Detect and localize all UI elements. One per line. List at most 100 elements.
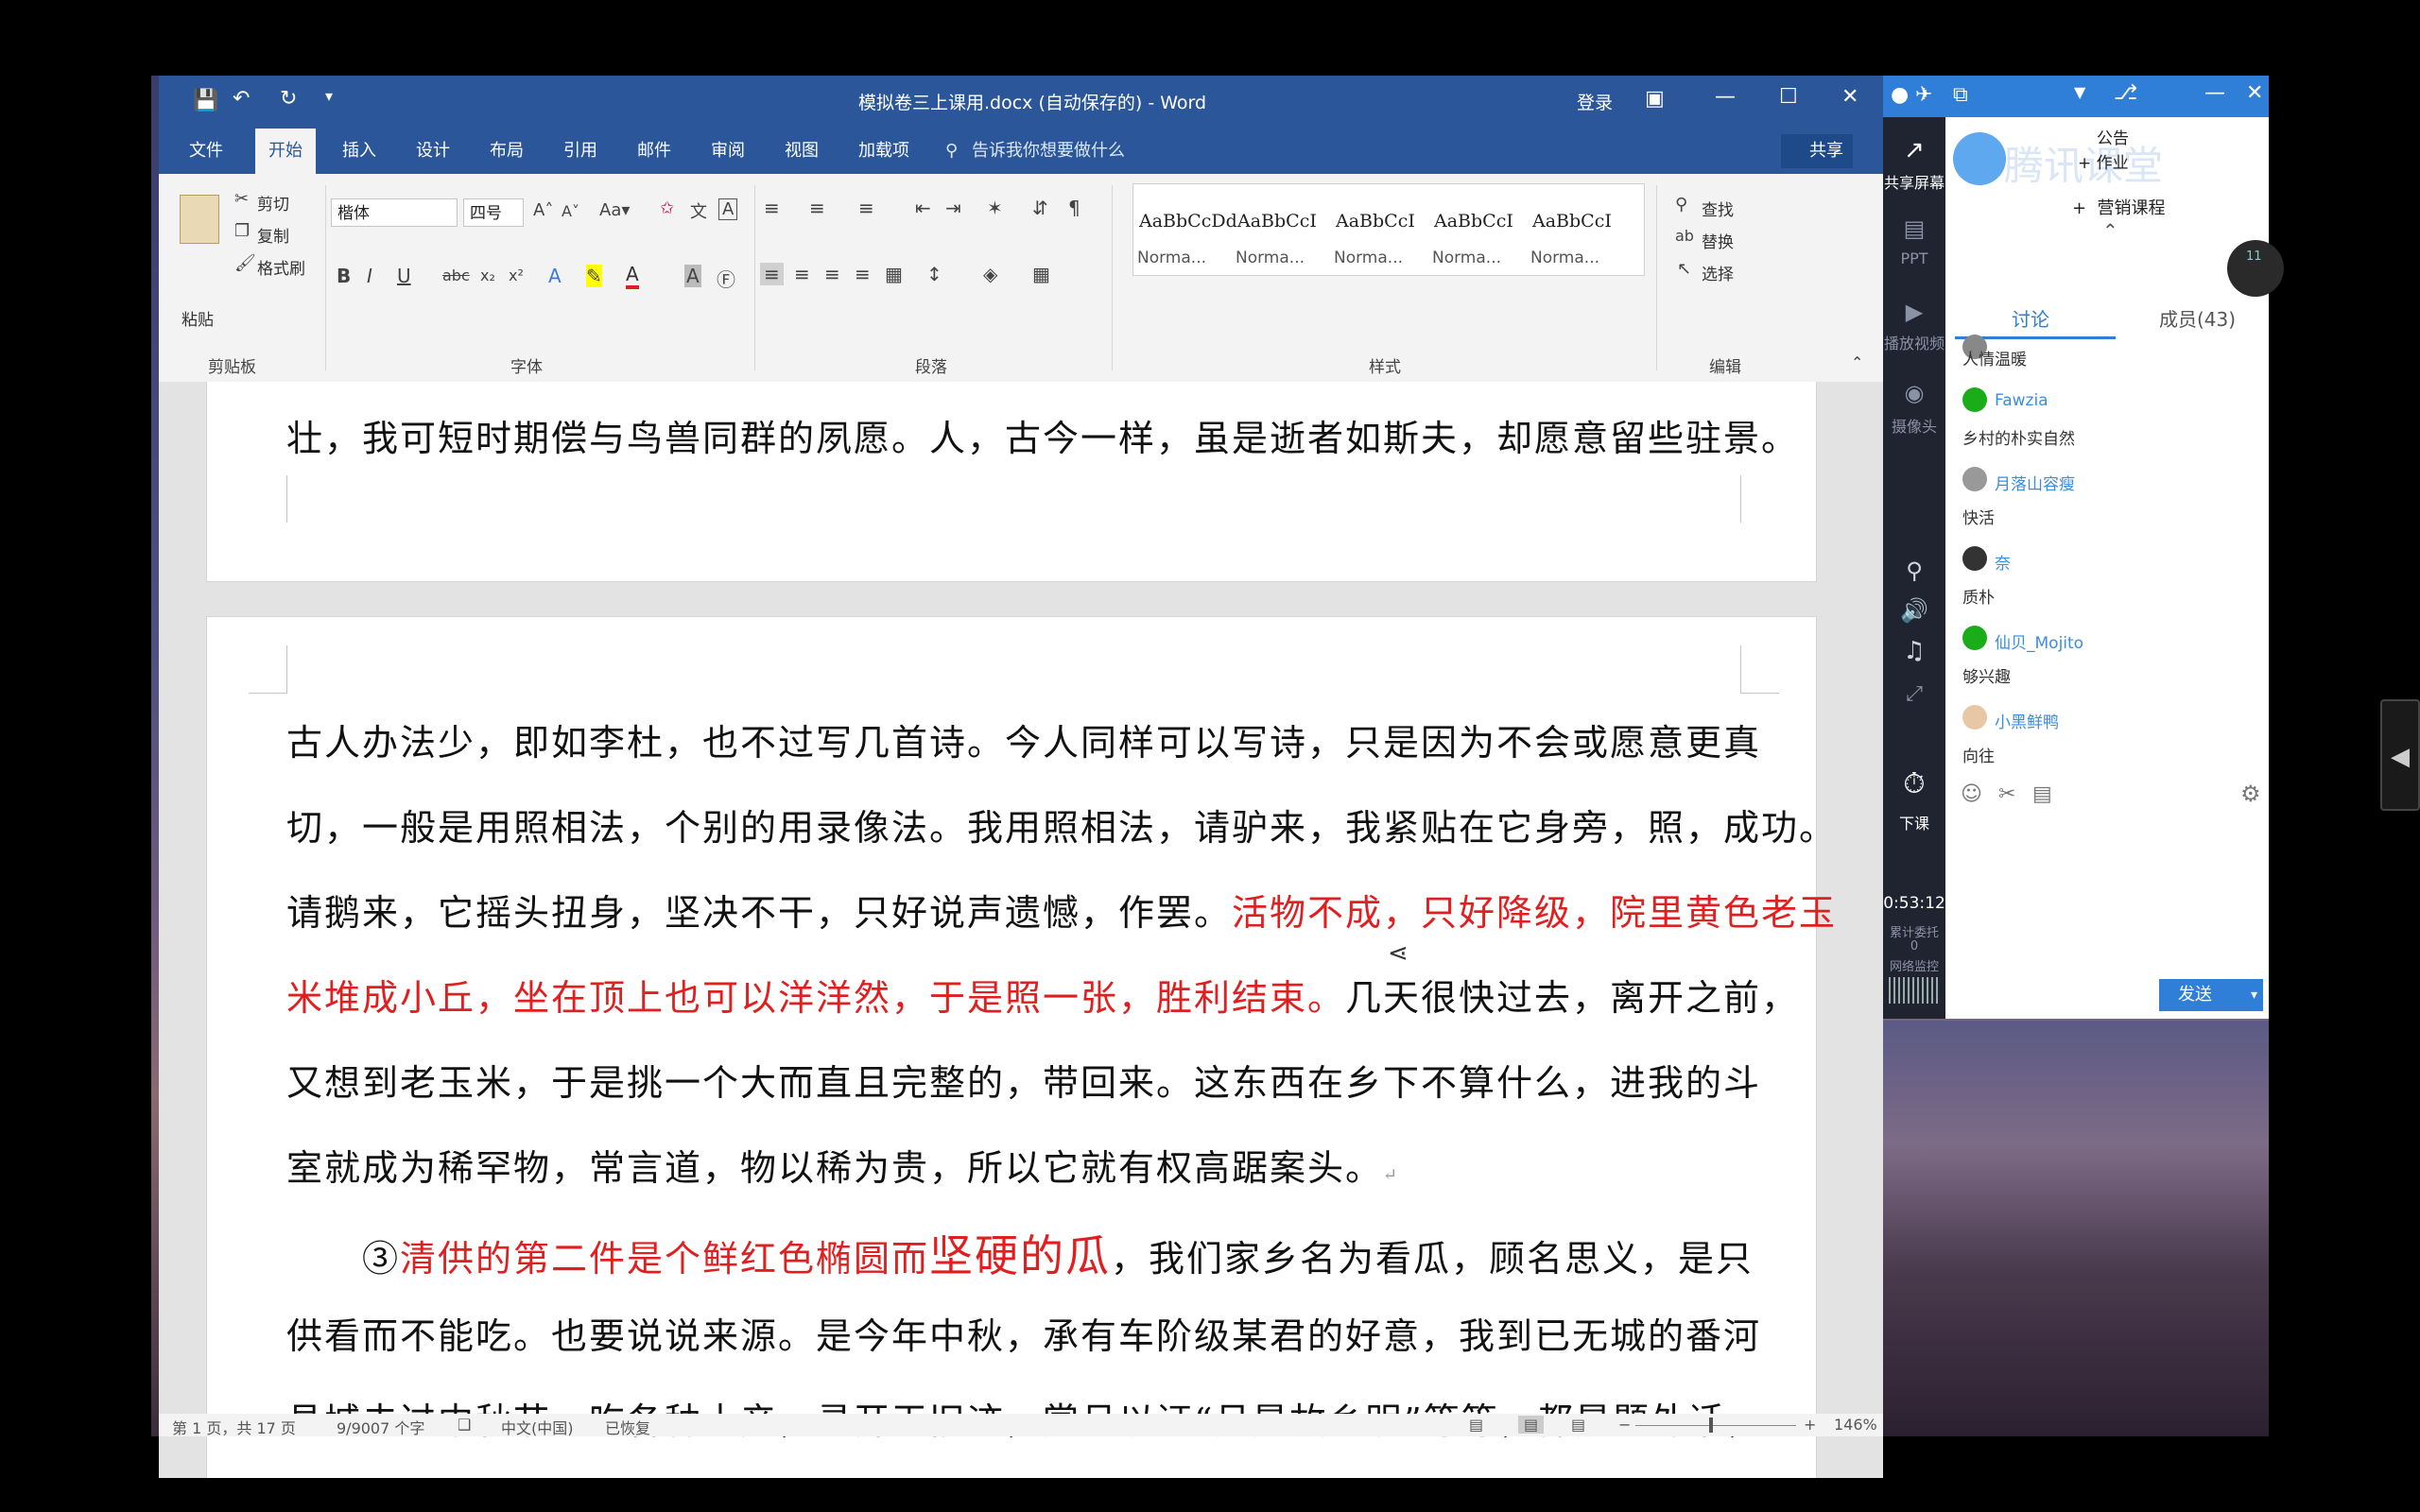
distributed-icon[interactable]: ▦ [885,263,903,285]
shading-icon[interactable]: ◈ [983,263,997,285]
select-button[interactable]: 选择 [1702,261,1734,284]
scissors-icon[interactable]: ✂ [1998,782,2015,806]
share-screen-label[interactable]: 共享屏幕 [1883,170,1945,193]
language-indicator[interactable]: 中文(中国) [501,1416,574,1438]
ribbon-display-icon[interactable]: ▣ [1645,87,1665,111]
shrink-font-icon[interactable]: A˅ [562,202,579,220]
font-name-combo[interactable]: 楷体 [331,198,458,227]
marketing-course-button[interactable]: + 营销课程 [2072,195,2166,219]
enclose-char-icon[interactable]: Ⓕ [717,265,735,292]
tab-design[interactable]: 设计 [416,129,450,174]
tab-home[interactable]: 开始 [255,129,316,174]
print-layout-icon[interactable]: ▤ [1518,1416,1545,1434]
sort-icon[interactable]: ⇵ [1032,197,1048,219]
style-item[interactable]: AaBbCcI Norma... [1232,199,1330,279]
side-collapse-handle[interactable]: ◀ [2380,699,2420,811]
minimize-button[interactable]: — [1715,85,1736,109]
highlight-icon[interactable]: ✎ [586,265,602,287]
collapse-icon[interactable]: ⌃ [2102,219,2118,242]
fly-icon[interactable]: ✈ [1915,83,1932,107]
maximize-button[interactable]: ☐ [1779,85,1798,109]
style-item[interactable]: AaBbCcI Norma... [1330,199,1428,279]
borders-icon[interactable]: ▦ [1032,263,1050,285]
text-effects-icon[interactable]: A [548,265,562,287]
replace-button[interactable]: 替换 [1702,229,1734,252]
find-icon[interactable]: ⚲ [1675,195,1687,215]
chat-username[interactable]: 奈 [1995,550,2011,574]
phonetic-guide-icon[interactable]: 文 [690,198,707,223]
undo-icon[interactable]: ↶ [233,87,250,111]
bullets-icon[interactable]: ≡ [764,197,780,219]
paste-icon[interactable] [180,195,219,244]
styles-gallery[interactable]: AaBbCcDd Norma... AaBbCcI Norma... AaBbCcI… [1132,183,1645,276]
tab-insert[interactable]: 插入 [342,129,376,174]
tab-layout[interactable]: 布局 [490,129,524,174]
grow-font-icon[interactable]: A˄ [533,200,553,220]
camera-label[interactable]: 摄像头 [1883,414,1945,437]
format-painter-icon[interactable]: 🖌 [234,253,256,273]
increase-indent-icon[interactable]: ⇥ [945,197,961,219]
zoom-slider[interactable] [1635,1425,1796,1426]
align-right-icon[interactable]: ≡ [824,263,840,285]
dropdown-icon[interactable]: ▼ [2074,83,2085,101]
close-button[interactable]: ✕ [1841,85,1858,109]
ppt-icon[interactable]: ▤ [1883,215,1945,242]
tab-addins[interactable]: 加载项 [858,129,909,174]
save-icon[interactable]: 💾 [193,89,218,112]
end-class-icon[interactable]: ⏱ [1883,767,1945,800]
tell-me-box[interactable]: 告诉我你想要做什么 [972,129,1125,174]
superscript-icon[interactable]: x² [509,266,524,284]
share-button[interactable]: 共享 [1781,134,1853,168]
zoom-in-icon[interactable]: + [1804,1416,1816,1434]
zoom-slider-thumb[interactable] [1709,1418,1713,1433]
paste-label[interactable]: 粘贴 [182,306,214,330]
italic-icon[interactable]: I [367,265,372,287]
replace-icon[interactable]: ab [1675,227,1694,245]
read-mode-icon[interactable]: ▤ [1469,1416,1483,1434]
end-class-label[interactable]: 下课 [1883,811,1945,833]
emoji-icon[interactable]: ☺ [1961,782,1982,806]
copy-button[interactable]: 复制 [257,223,289,247]
change-case-icon[interactable]: Aa▾ [599,200,630,220]
speaker-icon[interactable]: 🔊 [1883,597,1945,624]
chat-list[interactable]: 人情温暖 Fawzia 乡村的朴实自然 月落山容瘦 快活 奈 质朴 仙贝_Moj… [1945,335,2269,888]
camera-icon[interactable]: ◉ [1883,380,1945,406]
chat-username[interactable]: 仙贝_Mojito [1995,629,2083,653]
select-icon[interactable]: ↖ [1677,259,1691,279]
zoom-level[interactable]: 146% [1834,1416,1877,1434]
web-layout-icon[interactable]: ▤ [1571,1416,1585,1434]
find-button[interactable]: 查找 [1702,197,1734,220]
pin-icon[interactable]: ● [1891,83,1909,107]
image-icon[interactable]: ▤ [2032,782,2052,806]
chat-username[interactable]: 月落山容瘦 [1995,471,2075,494]
tab-view[interactable]: 视图 [785,129,819,174]
style-item[interactable]: AaBbCcI Norma... [1428,199,1527,279]
multilevel-list-icon[interactable]: ≡ [858,197,874,219]
cut-icon[interactable]: ✂ [234,189,249,209]
show-marks-icon[interactable]: ¶ [1068,197,1080,219]
tab-review[interactable]: 审阅 [711,129,745,174]
tab-discuss[interactable]: 讨论 [2012,304,2049,332]
homework-label[interactable]: + 作业 [2078,149,2129,173]
line-spacing-icon[interactable]: ↕ [926,263,942,285]
decrease-indent-icon[interactable]: ⇤ [915,197,931,219]
signin-link[interactable]: 登录 [1577,89,1613,114]
format-painter-button[interactable]: 格式刷 [257,255,305,279]
play-video-label[interactable]: 播放视频 [1883,331,1945,353]
share-screen-icon[interactable]: ↗ [1883,136,1945,164]
strikethrough-icon[interactable]: abc [442,266,470,284]
tab-references[interactable]: 引用 [563,129,597,174]
minimize-button[interactable]: — [2204,81,2225,105]
char-shading-icon[interactable]: A [684,265,701,287]
document-area[interactable]: 壮，我可短时期偿与鸟兽同群的夙愿。人，古今一样，虽是逝者如斯夫，却愿意留些驻景。… [159,382,1883,1478]
tab-mailings[interactable]: 邮件 [637,129,671,174]
justify-icon[interactable]: ≡ [855,263,871,285]
align-left-icon[interactable]: ≡ [760,263,784,285]
style-item[interactable]: AaBbCcI Norma... [1527,199,1625,279]
style-item[interactable]: AaBbCcDd Norma... [1133,199,1237,279]
chinese-layout-icon[interactable]: ✶ [987,197,1003,219]
fullscreen-icon[interactable]: ⤢ [1883,682,1945,706]
cut-button[interactable]: 剪切 [257,191,289,215]
network-monitor-label[interactable]: 网络监控 [1883,956,1945,974]
send-button[interactable]: 发送 ▾ [2159,979,2263,1011]
